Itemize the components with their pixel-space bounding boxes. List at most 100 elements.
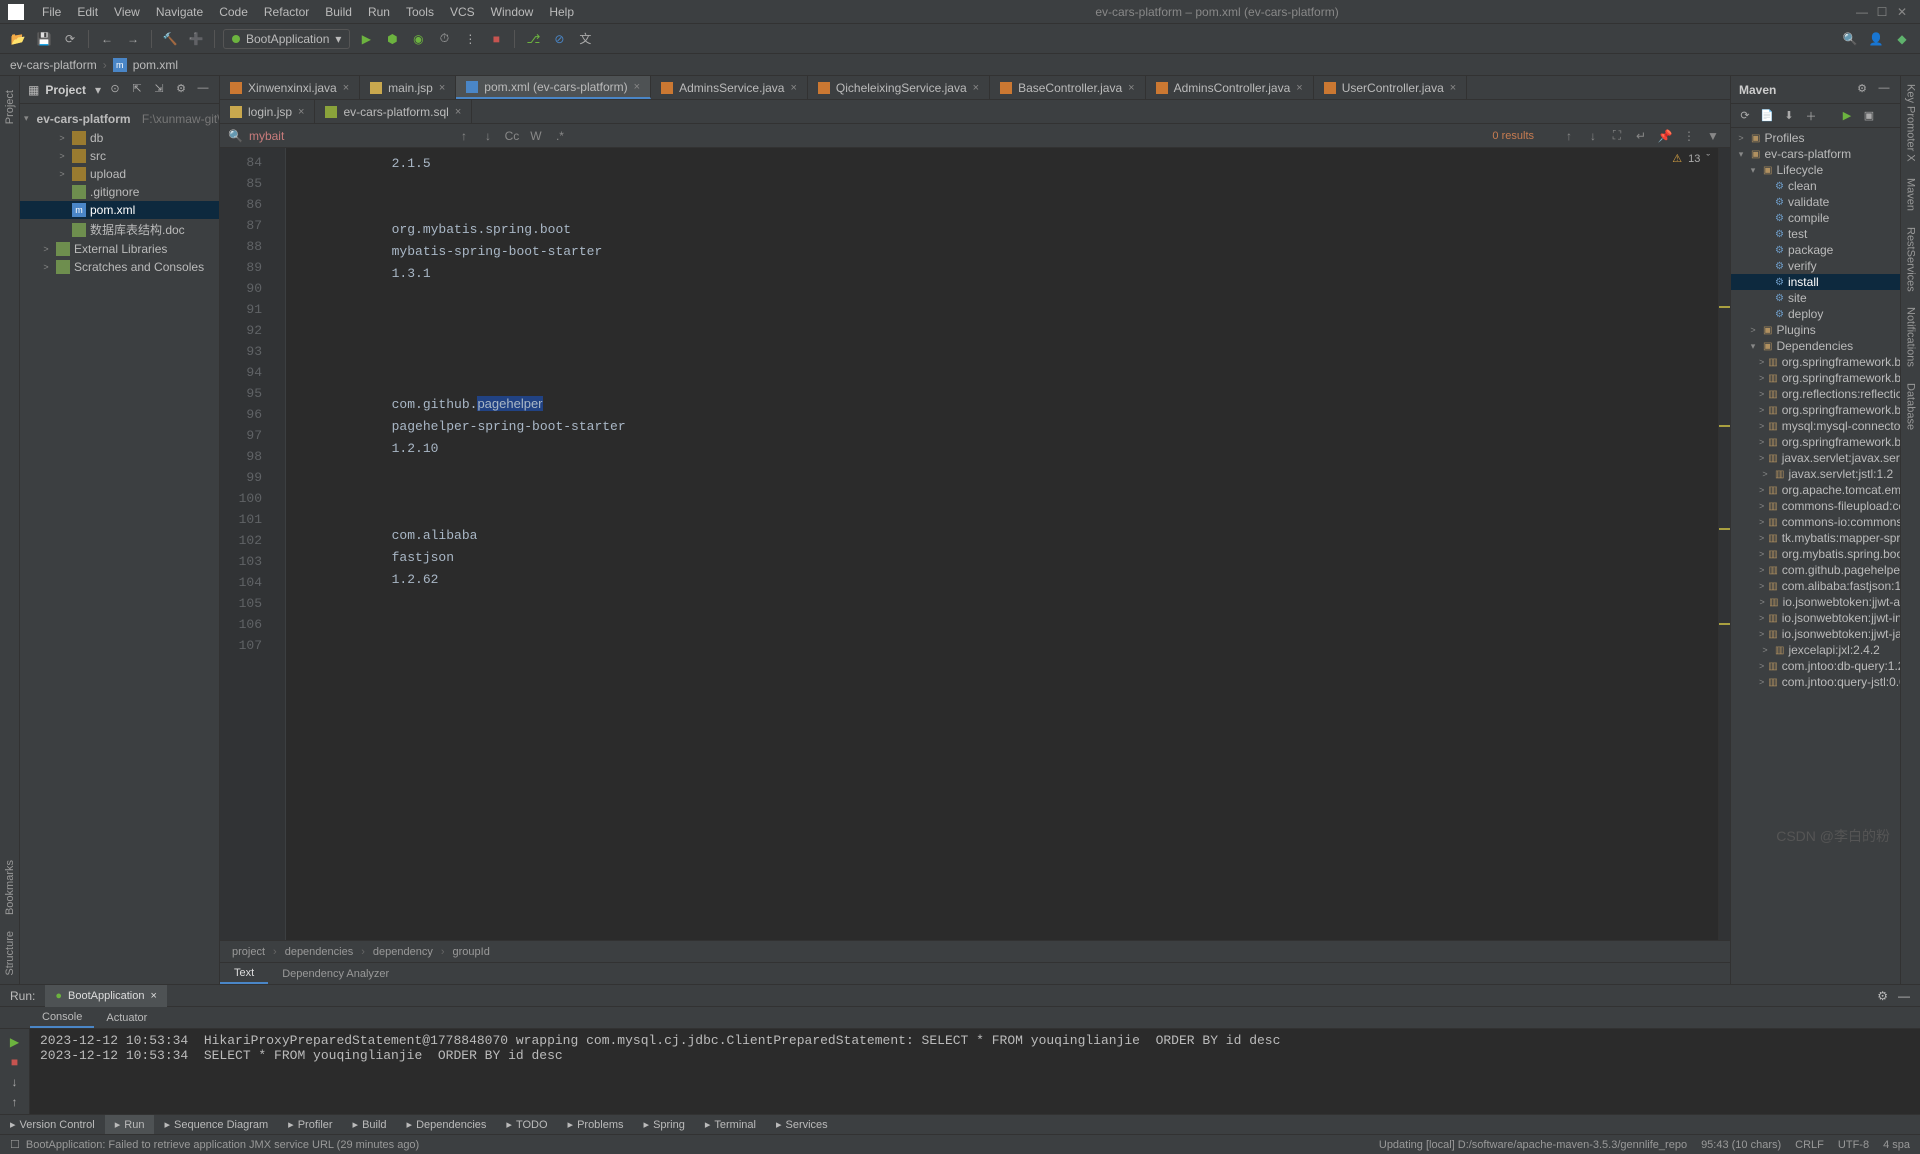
- maven-tree-item[interactable]: >▥org.springframework.b: [1731, 354, 1900, 370]
- breadcrumb-item[interactable]: project: [232, 946, 265, 958]
- tool-tab-version-control[interactable]: ▸ Version Control: [0, 1115, 105, 1134]
- forward-icon[interactable]: →: [123, 29, 143, 49]
- words-icon[interactable]: W: [527, 129, 545, 143]
- tool-tab-dependencies[interactable]: ▸ Dependencies: [397, 1115, 497, 1134]
- editor-tab[interactable]: Xinwenxinxi.java×: [220, 76, 360, 99]
- debug-icon[interactable]: ⬢: [382, 29, 402, 49]
- run-subtab-console[interactable]: Console: [30, 1007, 94, 1028]
- gear-icon[interactable]: ⚙: [1877, 989, 1888, 1003]
- maven-tree-item[interactable]: ⚙package: [1731, 242, 1900, 258]
- find-input[interactable]: [249, 129, 449, 143]
- collapse-all-icon[interactable]: ⇲: [151, 82, 167, 98]
- tool-tab-spring[interactable]: ▸ Spring: [634, 1115, 695, 1134]
- run-maven-icon[interactable]: ▶: [1839, 109, 1855, 122]
- chevron-down-icon[interactable]: ▾: [95, 83, 101, 97]
- open-icon[interactable]: 📂: [8, 29, 28, 49]
- menu-vcs[interactable]: VCS: [442, 5, 483, 19]
- execute-icon[interactable]: ▣: [1861, 109, 1877, 122]
- caret-position[interactable]: 95:43 (10 chars): [1701, 1139, 1781, 1151]
- maven-tree-item[interactable]: >▥jexcelapi:jxl:2.4.2: [1731, 642, 1900, 658]
- gear-icon[interactable]: ⚙: [1854, 82, 1870, 98]
- console-output[interactable]: 2023-12-12 10:53:34 HikariProxyPreparedS…: [30, 1029, 1920, 1114]
- menu-edit[interactable]: Edit: [69, 5, 106, 19]
- maven-tree-item[interactable]: >▥org.apache.tomcat.eml: [1731, 482, 1900, 498]
- close-icon[interactable]: ×: [1296, 82, 1302, 94]
- maven-tree-item[interactable]: >▥com.alibaba:fastjson:1.: [1731, 578, 1900, 594]
- user-icon[interactable]: 👤: [1866, 29, 1886, 49]
- add-maven-icon[interactable]: ＋: [1803, 108, 1819, 124]
- tree-item[interactable]: >Scratches and Consoles: [20, 258, 219, 276]
- up-icon[interactable]: ↑: [12, 1095, 18, 1109]
- editor-tab[interactable]: pom.xml (ev-cars-platform)×: [456, 76, 651, 99]
- breadcrumb-item[interactable]: dependencies: [285, 946, 354, 958]
- maven-tree-item[interactable]: >▥javax.servlet:javax.servl: [1731, 450, 1900, 466]
- maven-tree-item[interactable]: ⚙verify: [1731, 258, 1900, 274]
- maven-tree-item[interactable]: ⚙compile: [1731, 210, 1900, 226]
- menu-window[interactable]: Window: [483, 5, 542, 19]
- maven-tree-item[interactable]: >▥org.springframework.b: [1731, 370, 1900, 386]
- run-config-dropdown[interactable]: BootApplication ▾: [223, 29, 350, 49]
- maven-tree-item[interactable]: >▥mysql:mysql-connecto: [1731, 418, 1900, 434]
- rest-services-tab[interactable]: RestServices: [1903, 219, 1919, 300]
- close-icon[interactable]: ×: [439, 82, 445, 94]
- refresh-icon[interactable]: ⟳: [60, 29, 80, 49]
- close-icon[interactable]: ×: [1128, 82, 1134, 94]
- status-message[interactable]: BootApplication: Failed to retrieve appl…: [26, 1139, 419, 1151]
- match-case-icon[interactable]: Cc: [503, 129, 521, 143]
- new-line-icon[interactable]: ↵: [1632, 129, 1650, 143]
- hide-icon[interactable]: —: [1898, 989, 1910, 1003]
- indent[interactable]: 4 spa: [1883, 1139, 1910, 1151]
- tool-tab-profiler[interactable]: ▸ Profiler: [278, 1115, 342, 1134]
- editor-tab[interactable]: AdminsController.java×: [1146, 76, 1314, 99]
- maven-tree-item[interactable]: >▥org.springframework.b: [1731, 434, 1900, 450]
- tree-item[interactable]: >upload: [20, 165, 219, 183]
- maven-tree-item[interactable]: >▥com.jntoo:db-query:1.2: [1731, 658, 1900, 674]
- maven-tree-item[interactable]: >▥org.mybatis.spring.boo: [1731, 546, 1900, 562]
- next-match-icon[interactable]: ↓: [479, 129, 497, 143]
- maven-tree-item[interactable]: ▾▣Dependencies: [1731, 338, 1900, 354]
- code-content[interactable]: 2.1.5 org.mybatis.spring.boot mybatis-sp…: [286, 148, 1718, 940]
- settings-icon[interactable]: ⚙: [173, 82, 189, 98]
- vcs-icon[interactable]: ⎇: [523, 29, 543, 49]
- breadcrumb-item[interactable]: groupId: [453, 946, 490, 958]
- maven-tree-item[interactable]: >▥org.reflections:reflectic: [1731, 386, 1900, 402]
- fold-column[interactable]: [270, 148, 286, 940]
- hide-icon[interactable]: —: [1876, 82, 1892, 98]
- inspection-widget[interactable]: ⚠ 13 ˇ: [1672, 152, 1710, 165]
- editor-tab[interactable]: ev-cars-platform.sql×: [315, 100, 472, 123]
- close-icon[interactable]: ×: [973, 82, 979, 94]
- menu-view[interactable]: View: [106, 5, 148, 19]
- maven-tree-item[interactable]: ⚙install: [1731, 274, 1900, 290]
- tree-item[interactable]: .gitignore: [20, 183, 219, 201]
- tool-tab-build[interactable]: ▸ Build: [343, 1115, 397, 1134]
- tree-item[interactable]: >External Libraries: [20, 240, 219, 258]
- maven-tool-tab[interactable]: Maven: [1903, 170, 1919, 219]
- bookmarks-tool-tab[interactable]: Bookmarks: [2, 852, 18, 923]
- maven-tree-item[interactable]: >▥io.jsonwebtoken:jjwt-ja: [1731, 626, 1900, 642]
- sub-tab-dependency-analyzer[interactable]: Dependency Analyzer: [268, 963, 403, 984]
- sub-tab-text[interactable]: Text: [220, 963, 268, 984]
- stop-icon[interactable]: ■: [486, 29, 506, 49]
- maven-tree-item[interactable]: >▥tk.mybatis:mapper-spr: [1731, 530, 1900, 546]
- maven-tree-item[interactable]: ⚙validate: [1731, 194, 1900, 210]
- filter-icon[interactable]: ▼: [1704, 129, 1722, 143]
- generate-icon[interactable]: 📄: [1759, 109, 1775, 122]
- profile-icon[interactable]: ⏱: [434, 29, 454, 49]
- maven-tree-item[interactable]: >▥javax.servlet:jstl:1.2: [1731, 466, 1900, 482]
- maven-tree-item[interactable]: >▣Plugins: [1731, 322, 1900, 338]
- menu-help[interactable]: Help: [541, 5, 582, 19]
- down-icon[interactable]: ↓: [1584, 129, 1602, 143]
- prev-match-icon[interactable]: ↑: [455, 129, 473, 143]
- menu-code[interactable]: Code: [211, 5, 256, 19]
- key-promoter-tab[interactable]: Key Promoter X: [1903, 76, 1919, 170]
- crumb-root[interactable]: ev-cars-platform: [10, 58, 97, 72]
- tool-tab-run[interactable]: ▸ Run: [105, 1115, 155, 1134]
- menu-run[interactable]: Run: [360, 5, 398, 19]
- menu-tools[interactable]: Tools: [398, 5, 442, 19]
- close-icon[interactable]: ×: [634, 81, 640, 93]
- maven-tree-item[interactable]: ⚙test: [1731, 226, 1900, 242]
- tool-tab-terminal[interactable]: ▸ Terminal: [695, 1115, 766, 1134]
- close-icon[interactable]: ×: [790, 82, 796, 94]
- coverage-icon[interactable]: ◉: [408, 29, 428, 49]
- stop-icon[interactable]: ■: [11, 1055, 18, 1069]
